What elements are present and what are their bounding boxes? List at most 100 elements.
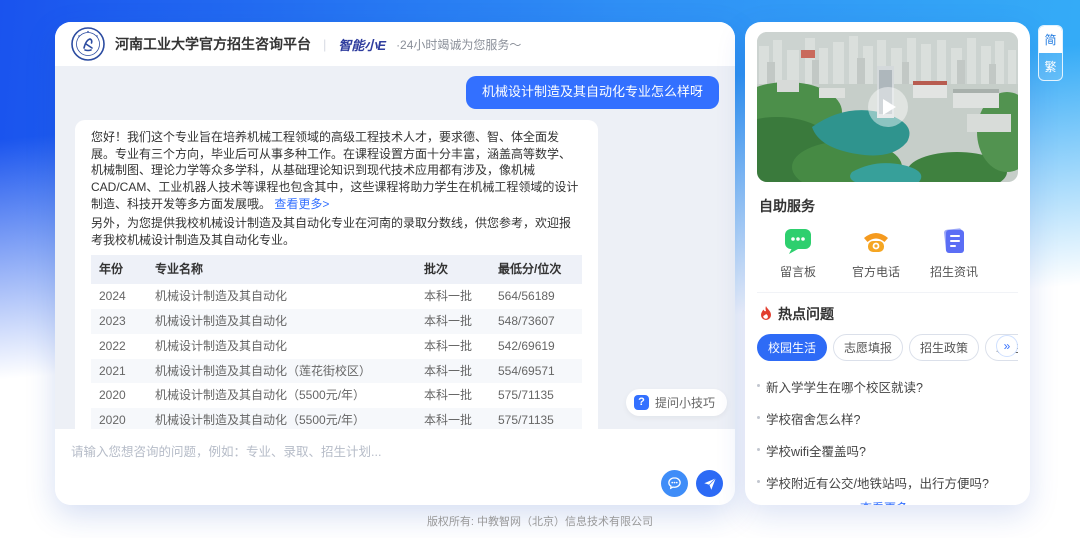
quick-chat-button[interactable] [661,470,688,497]
tag-campus-life[interactable]: 校园生活 [757,334,828,361]
table-row: 2020 机械设计制造及其自动化（5500元/年） 本科一批 575/71135 [91,408,582,429]
send-button[interactable] [696,470,723,497]
hot-question-tags: 校园生活 志愿填报 招生政策 新生报到 » [757,334,1018,361]
cell-score: 554/69571 [490,358,582,384]
hot-question-text: 学校wifi全覆盖吗? [766,444,867,459]
col-header-major: 专业名称 [147,255,416,285]
cell-score: 575/71135 [490,408,582,429]
chat-bubble-icon [668,477,681,490]
cell-year: 2024 [99,289,126,304]
play-icon [883,99,896,115]
sidebar-see-more-link[interactable]: 查看更多> [757,499,1018,505]
table-row: 2022 机械设计制造及其自动化 本科一批 542/69619 [91,334,582,359]
send-icon [703,477,716,490]
services-title: 自助服务 [759,198,815,214]
service-message-board[interactable]: 留言板 [759,226,837,280]
table-row: 2021 机械设计制造及其自动化（莲花街校区） 本科一批 554/69571 [91,358,582,384]
ask-tips-label: 提问小技巧 [654,396,715,410]
user-message-bubble: 机械设计制造及其自动化专业怎么样呀 [465,76,719,109]
cell-batch: 本科一批 [416,408,490,429]
message-board-icon [785,229,811,254]
copyright-footer: 版权所有: 中教智网（北京）信息技术有限公司 [426,516,654,528]
bot-message-bubble: 您好！我们这个专业旨在培养机械工程领域的高级工程技术人才，要求德、智、体全面发展… [75,119,598,429]
university-logo [71,27,105,61]
cell-year: 2021 [91,358,147,384]
cell-year: 2020 [99,388,126,403]
cell-year: 2023 [91,309,147,334]
bullet-dot [757,447,760,451]
simplified-chinese-button[interactable]: 简 [1039,26,1062,53]
admission-news-icon [944,228,964,253]
cell-score: 575/71135 [498,388,554,403]
cell-major: 机械设计制造及其自动化 [155,289,288,304]
assistant-name: 智能小E [338,37,387,53]
side-panel: 自助服务 留言板 官方电话 招生资讯 热点问题 校园生活 志愿填报 招生政策 »… [745,22,1030,505]
hot-question-text: 新入学学生在哪个校区就读? [766,380,923,395]
page-title: 河南工业大学官方招生咨询平台 [115,36,311,52]
table-header-row: 年份 专业名称 批次 最低分/位次 [91,255,582,285]
cell-batch: 本科一批 [424,289,473,304]
hot-question-item[interactable]: 学校wifi全覆盖吗? [757,434,1018,466]
services-row: 留言板 官方电话 招生资讯 [757,226,1018,280]
cell-major: 机械设计制造及其自动化（莲花街校区） [147,358,416,384]
hot-question-item[interactable]: 学校宿舍怎么样? [757,402,1018,434]
question-input[interactable] [71,441,719,487]
cell-year: 2020 [91,408,147,429]
cell-batch: 本科一批 [416,309,490,334]
hot-questions-title: 热点问题 [778,306,834,322]
cell-major: 机械设计制造及其自动化 [147,309,416,334]
table-row: 2023 机械设计制造及其自动化 本科一批 548/73607 [91,309,582,334]
hot-question-text: 学校宿舍怎么样? [766,412,861,427]
hot-questions-section: 热点问题 校园生活 志愿填报 招生政策 新生报到 » 新入学学生在哪个校区就读?… [757,292,1018,505]
cell-score: 542/69619 [498,338,555,353]
service-label: 招生资讯 [929,265,978,279]
col-header-year: 年份 [91,255,147,285]
composer [55,429,735,505]
cell-batch: 本科一批 [424,388,473,403]
user-message-row: 机械设计制造及其自动化专业怎么样呀 [75,76,719,109]
tags-more-button[interactable]: » [996,335,1018,357]
chat-message-area: 机械设计制造及其自动化专业怎么样呀 您好！我们这个专业旨在培养机械工程领域的高级… [55,66,735,429]
cell-major: 机械设计制造及其自动化（5500元/年） [147,408,416,429]
cell-year: 2022 [99,338,126,353]
composer-buttons [661,470,723,497]
service-admission-news[interactable]: 招生资讯 [915,226,993,280]
language-toggle: 简 繁 [1038,25,1063,81]
chat-header: 河南工业大学官方招生咨询平台 | 智能小E ·24小时竭诚为您服务～ [55,22,735,66]
admission-score-table: 年份 专业名称 批次 最低分/位次 2024 机械设计制造及其自动化 本科一批 … [91,255,582,429]
campus-video-thumbnail[interactable] [757,32,1018,182]
hot-questions-header: 热点问题 [759,304,1016,324]
traditional-chinese-button[interactable]: 繁 [1039,53,1062,80]
bullet-dot [757,383,760,387]
hot-question-item[interactable]: 学校附近有公交/地铁站吗，出行方便吗? [757,466,1018,498]
cell-batch: 本科一批 [416,358,490,384]
bullet-dot [757,479,760,483]
cell-major: 机械设计制造及其自动化（5500元/年） [155,388,366,403]
tag-application[interactable]: 志愿填报 [833,334,904,361]
assistant-tagline: ·24小时竭诚为您服务～ [396,37,522,52]
bot-paragraph: 您好！我们这个专业旨在培养机械工程领域的高级工程技术人才，要求德、智、体全面发展… [91,129,582,213]
service-label: 官方电话 [851,265,900,279]
table-row: 2024 机械设计制造及其自动化 本科一批 564/56189 [91,284,582,309]
hot-question-list: 新入学学生在哪个校区就读? 学校宿舍怎么样? 学校wifi全覆盖吗? 学校附近有… [757,370,1018,505]
service-official-phone[interactable]: 官方电话 [837,226,915,280]
table-row: 2020 机械设计制造及其自动化（5500元/年） 本科一批 575/71135 [91,383,582,408]
bot-paragraph: 另外，为您提供我校机械设计制造及其自动化专业在河南的录取分数线，供您参考，欢迎报… [91,215,572,247]
chat-card: 河南工业大学官方招生咨询平台 | 智能小E ·24小时竭诚为您服务～ 机械设计制… [55,22,735,505]
flame-icon [761,306,771,320]
play-button[interactable] [867,87,908,127]
tag-policy[interactable]: 招生政策 [909,334,980,361]
question-mark-icon: ? [633,395,649,410]
cell-score: 564/56189 [498,289,555,304]
see-more-link[interactable]: 查看更多> [274,197,329,211]
hot-question-text: 学校附近有公交/地铁站吗，出行方便吗? [766,476,989,491]
cell-score: 548/73607 [490,309,582,334]
col-header-score: 最低分/位次 [490,255,582,285]
col-header-batch: 批次 [416,255,490,285]
hot-question-item[interactable]: 新入学学生在哪个校区就读? [757,370,1018,402]
service-label: 留言板 [779,265,816,279]
bot-paragraph-text: 您好！我们这个专业旨在培养机械工程领域的高级工程技术人才，要求德、智、体全面发展… [91,129,579,212]
cell-batch: 本科一批 [424,338,473,353]
bullet-dot [757,415,760,419]
ask-tips-button[interactable]: ? 提问小技巧 [625,389,727,416]
